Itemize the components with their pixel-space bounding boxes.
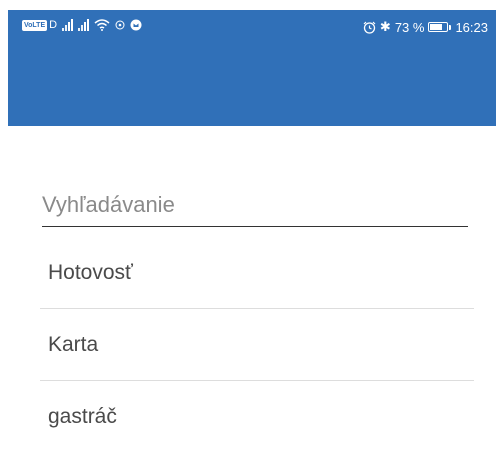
- signal-icon: [78, 19, 90, 31]
- clock: 16:23: [455, 19, 488, 35]
- network-suffix: D: [49, 19, 58, 31]
- list-item[interactable]: gastráč: [40, 381, 474, 453]
- wifi-icon: [94, 19, 110, 31]
- battery-percent: 73 %: [394, 19, 425, 35]
- list-item[interactable]: Karta: [40, 309, 474, 381]
- payment-method-list: Hotovosť Karta gastráč: [40, 237, 474, 453]
- signal-icon: [62, 19, 74, 31]
- search-input[interactable]: [42, 189, 468, 227]
- status-bar-left: VoLTE D: [22, 19, 142, 31]
- app-bar: VoLTE D ✱ 73 % 16:23: [8, 10, 496, 126]
- status-bar-right: ✱ 73 % 16:23: [363, 19, 488, 35]
- data-icon: [115, 20, 125, 30]
- list-item-label: Hotovosť: [48, 260, 133, 284]
- list-item-label: gastráč: [48, 405, 117, 428]
- volte-icon: VoLTE: [22, 19, 48, 31]
- alarm-icon: [363, 21, 376, 34]
- list-item-label: Karta: [48, 332, 99, 356]
- battery-icon: [428, 22, 452, 32]
- bluetooth-icon: ✱: [379, 19, 391, 34]
- list-item[interactable]: Hotovosť: [40, 237, 474, 309]
- status-bar: VoLTE D ✱ 73 % 16:23: [8, 10, 496, 44]
- notification-icon: [130, 19, 142, 31]
